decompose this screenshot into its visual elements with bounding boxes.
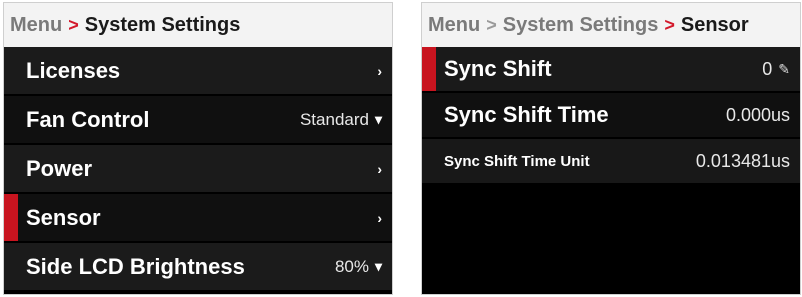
sync-shift-time-value: 0.000us [725, 104, 790, 125]
selection-marker [422, 47, 436, 91]
breadcrumb-separator-icon: > [664, 14, 675, 35]
breadcrumb: Menu > System Settings > Sensor [422, 3, 800, 47]
breadcrumb: Menu > System Settings [4, 3, 392, 47]
brightness-value: 80% [334, 256, 369, 276]
menu-item-label: Fan Control [26, 106, 150, 132]
fan-control-value: Standard [299, 109, 369, 129]
menu-item-side-lcd-brightness[interactable]: Side LCD Brightness 80% ▾ [4, 243, 392, 292]
menu-item-fan-control[interactable]: Fan Control Standard ▾ [4, 96, 392, 145]
chevron-down-icon[interactable]: ▾ [375, 258, 382, 275]
chevron-right-icon: › [377, 209, 382, 226]
menu-item-label: Power [26, 155, 93, 181]
menu-item-power[interactable]: Power › [4, 145, 392, 194]
chevron-right-icon: › [377, 62, 382, 79]
breadcrumb-menu[interactable]: Menu [428, 14, 480, 37]
menu-item-label: Sync Shift Time [444, 102, 609, 127]
sensor-panel: Menu > System Settings > Sensor Sync Shi… [422, 3, 800, 294]
menu-item-sync-shift-time[interactable]: Sync Shift Time 0.000us [422, 93, 800, 139]
menu-item-label: Sync Shift Time Unit [444, 152, 590, 170]
settings-list: Licenses › Fan Control Standard ▾ Power … [4, 47, 392, 292]
sync-shift-value: 0 [762, 58, 773, 79]
menu-item-sync-shift[interactable]: Sync Shift 0 ✎ [422, 47, 800, 93]
menu-item-label: Sensor [26, 204, 101, 230]
chevron-down-icon[interactable]: ▾ [375, 111, 382, 128]
menu-item-sync-shift-time-unit: Sync Shift Time Unit 0.013481us [422, 139, 800, 185]
edit-icon[interactable]: ✎ [778, 61, 790, 78]
breadcrumb-separator-icon: > [68, 14, 79, 35]
menu-item-label: Side LCD Brightness [26, 253, 245, 279]
breadcrumb-menu[interactable]: Menu [10, 14, 62, 37]
menu-item-licenses[interactable]: Licenses › [4, 47, 392, 96]
menu-item-sensor[interactable]: Sensor › [4, 194, 392, 243]
chevron-right-icon: › [377, 160, 382, 177]
breadcrumb-current: Sensor [680, 13, 749, 36]
system-settings-panel: Menu > System Settings Licenses › Fan Co… [4, 3, 392, 294]
menu-item-label: Licenses [26, 57, 121, 83]
menu-item-label: Sync Shift [444, 56, 552, 81]
sensor-settings-list: Sync Shift 0 ✎ Sync Shift Time 0.000us S… [422, 47, 800, 185]
breadcrumb-system-settings[interactable]: System Settings [503, 14, 659, 37]
breadcrumb-separator-icon: > [486, 14, 497, 35]
sync-shift-time-unit-value: 0.013481us [695, 150, 790, 171]
selection-marker [4, 194, 18, 241]
empty-area [422, 191, 800, 294]
breadcrumb-current: System Settings [84, 13, 241, 36]
